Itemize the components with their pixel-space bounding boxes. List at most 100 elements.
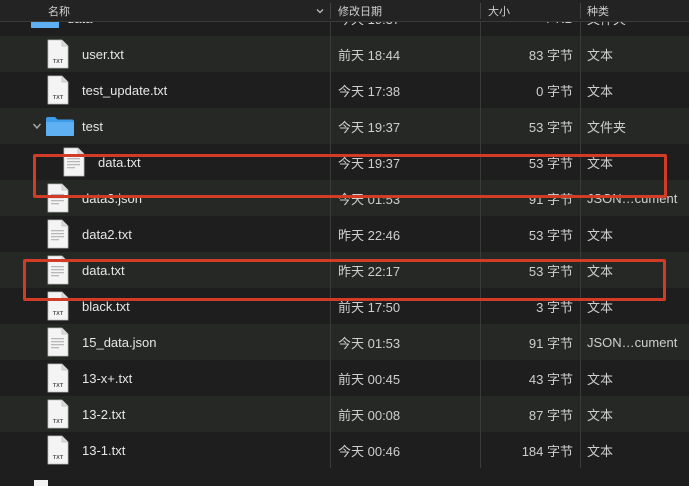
row-kind: 文本 bbox=[587, 407, 614, 423]
row-divider bbox=[580, 36, 581, 72]
row-divider bbox=[480, 360, 481, 396]
row-name: 13-x+.txt bbox=[82, 370, 133, 386]
table-row[interactable]: data2.txt 昨天 22:46 53 字节 文本 bbox=[0, 216, 689, 252]
row-size: 7 KB bbox=[545, 22, 573, 36]
row-divider bbox=[330, 324, 331, 360]
row-size: 91 字节 bbox=[528, 191, 573, 207]
row-divider bbox=[330, 72, 331, 108]
text-file-icon bbox=[47, 255, 69, 285]
row-date: 昨天 22:46 bbox=[338, 227, 401, 243]
table-row[interactable]: data.txt 今天 19:37 53 字节 文本 bbox=[0, 144, 689, 180]
txt-file-icon: TXT bbox=[47, 399, 69, 429]
row-kind: 文本 bbox=[587, 47, 614, 63]
row-date: 今天 19:37 bbox=[338, 22, 400, 36]
row-date: 前天 00:08 bbox=[338, 407, 401, 423]
table-row[interactable]: data.txt 昨天 22:17 53 字节 文本 bbox=[0, 252, 689, 288]
row-size: 184 字节 bbox=[521, 443, 573, 459]
txt-icon-label: TXT bbox=[53, 383, 64, 389]
row-name: test_update.txt bbox=[82, 82, 168, 98]
table-row[interactable]: TXT 13-1.txt 今天 00:46 184 字节 文本 bbox=[0, 432, 689, 468]
text-file-icon bbox=[63, 147, 85, 177]
row-date: 前天 17:50 bbox=[338, 299, 401, 315]
row-divider bbox=[330, 108, 331, 144]
row-divider bbox=[580, 216, 581, 252]
row-date: 前天 00:45 bbox=[338, 371, 401, 387]
row-divider bbox=[330, 432, 331, 468]
txt-file-icon: TXT bbox=[47, 435, 69, 465]
sort-chevron-icon[interactable] bbox=[314, 5, 326, 17]
column-header-name[interactable]: 名称 bbox=[48, 0, 70, 22]
row-kind: JSON…cument bbox=[587, 334, 678, 350]
row-date: 今天 19:37 bbox=[338, 155, 401, 171]
column-header-kind[interactable]: 种类 bbox=[587, 0, 609, 22]
column-header-name-label: 名称 bbox=[48, 6, 70, 18]
row-kind: 文本 bbox=[587, 371, 614, 387]
row-divider bbox=[480, 432, 481, 468]
row-size: 53 字节 bbox=[528, 155, 573, 171]
column-divider[interactable] bbox=[580, 3, 581, 19]
row-size: 43 字节 bbox=[528, 371, 573, 387]
row-divider bbox=[330, 180, 331, 216]
row-kind: 文本 bbox=[587, 227, 614, 243]
disclosure-open-icon[interactable] bbox=[16, 22, 26, 23]
row-kind: 文本 bbox=[587, 299, 614, 315]
column-header-kind-label: 种类 bbox=[587, 6, 609, 18]
table-row[interactable]: TXT 13-2.txt 前天 00:08 87 字节 文本 bbox=[0, 396, 689, 432]
row-date: 昨天 22:17 bbox=[338, 263, 401, 279]
row-divider bbox=[330, 288, 331, 324]
table-row[interactable]: TXT user.txt 前天 18:44 83 字节 文本 bbox=[0, 36, 689, 72]
row-divider bbox=[580, 252, 581, 288]
column-header-size[interactable]: 大小 bbox=[488, 0, 510, 22]
row-divider bbox=[480, 252, 481, 288]
table-row[interactable]: data3.json 今天 01:53 91 字节 JSON…cument bbox=[0, 180, 689, 216]
column-divider[interactable] bbox=[330, 3, 331, 19]
txt-icon-label: TXT bbox=[53, 455, 64, 461]
table-row[interactable]: TXT test_update.txt 今天 17:38 0 字节 文本 bbox=[0, 72, 689, 108]
row-name: test bbox=[82, 118, 103, 134]
disclosure-open-icon[interactable] bbox=[32, 121, 42, 131]
row-divider bbox=[480, 396, 481, 432]
text-file-icon bbox=[47, 219, 69, 249]
table-row-partial-data-folder[interactable]: data 今天 19:37 7 KB 文件夹 bbox=[0, 22, 689, 36]
txt-file-icon: TXT bbox=[47, 75, 69, 105]
row-kind: 文件夹 bbox=[587, 119, 627, 135]
row-kind: 文本 bbox=[587, 155, 614, 171]
column-divider[interactable] bbox=[480, 3, 481, 19]
table-row[interactable]: TXT 13-x+.txt 前天 00:45 43 字节 文本 bbox=[0, 360, 689, 396]
row-divider bbox=[330, 144, 331, 180]
txt-icon-label: TXT bbox=[53, 95, 64, 101]
json-file-icon bbox=[47, 183, 69, 213]
row-divider bbox=[580, 22, 581, 36]
row-divider bbox=[580, 72, 581, 108]
row-name: data.txt bbox=[82, 262, 125, 278]
row-divider bbox=[480, 36, 481, 72]
row-divider bbox=[330, 252, 331, 288]
column-header-date[interactable]: 修改日期 bbox=[338, 0, 382, 22]
txt-icon-label: TXT bbox=[53, 311, 64, 317]
row-divider bbox=[330, 360, 331, 396]
row-name: user.txt bbox=[82, 46, 124, 62]
row-kind: 文本 bbox=[587, 83, 614, 99]
row-divider bbox=[580, 288, 581, 324]
row-divider bbox=[480, 72, 481, 108]
row-size: 53 字节 bbox=[528, 263, 573, 279]
row-size: 91 字节 bbox=[528, 335, 573, 351]
txt-icon-label: TXT bbox=[53, 59, 64, 65]
column-header-date-label: 修改日期 bbox=[338, 6, 382, 18]
row-divider bbox=[330, 216, 331, 252]
column-header-size-label: 大小 bbox=[488, 6, 510, 18]
row-kind: 文件夹 bbox=[587, 22, 626, 36]
table-row[interactable]: test 今天 19:37 53 字节 文件夹 bbox=[0, 108, 689, 144]
row-divider bbox=[480, 108, 481, 144]
row-date: 今天 01:53 bbox=[338, 191, 401, 207]
row-date: 今天 01:53 bbox=[338, 335, 401, 351]
row-size: 87 字节 bbox=[528, 407, 573, 423]
table-row[interactable]: TXT black.txt 前天 17:50 3 字节 文本 bbox=[0, 288, 689, 324]
row-divider bbox=[580, 360, 581, 396]
table-row[interactable]: 15_data.json 今天 01:53 91 字节 JSON…cument bbox=[0, 324, 689, 360]
row-kind: 文本 bbox=[587, 263, 614, 279]
row-size: 3 字节 bbox=[536, 299, 573, 315]
row-name: 15_data.json bbox=[82, 334, 157, 350]
txt-file-icon: TXT bbox=[47, 363, 69, 393]
row-divider bbox=[480, 180, 481, 216]
